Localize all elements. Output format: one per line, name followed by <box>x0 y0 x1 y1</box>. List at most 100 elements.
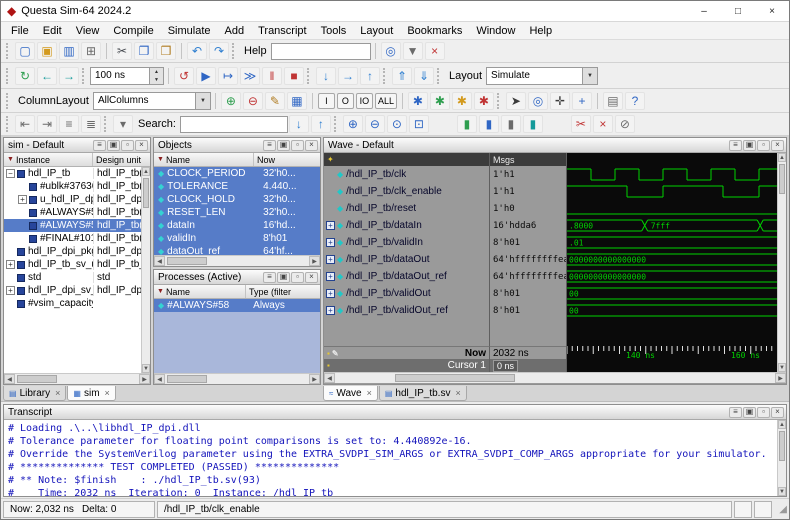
menu-layout[interactable]: Layout <box>353 24 400 38</box>
pan-mode-icon[interactable]: ✛ <box>550 92 570 110</box>
cut-icon[interactable]: ✂ <box>112 42 132 60</box>
wave-signal-row[interactable]: +◆/hdl_IP_tb/dataOut_ref <box>324 268 489 285</box>
panel-undock-icon[interactable]: ▫ <box>757 140 770 151</box>
tab-library[interactable]: ▤Library× <box>3 386 66 401</box>
save-icon[interactable]: ▥ <box>59 42 79 60</box>
filter-io-button[interactable]: IO <box>356 93 373 109</box>
objects-panel-header[interactable]: Objects ≡▣▫× <box>154 138 320 153</box>
wave-signal-row[interactable]: +◆/hdl_IP_tb/validOut <box>324 285 489 302</box>
scroll-thumb[interactable] <box>779 431 785 461</box>
settings-blue-icon[interactable]: ✱ <box>408 92 428 110</box>
cursor-marker-icon[interactable]: ▪ <box>327 361 330 370</box>
step-over-icon[interactable]: → <box>338 67 358 85</box>
wave-marker-green-icon[interactable]: ▮ <box>457 115 477 133</box>
maximize-button[interactable]: □ <box>721 1 755 21</box>
scroll-track[interactable] <box>165 256 309 266</box>
add-wave-icon[interactable]: ⊕ <box>221 92 241 110</box>
delete-wave-icon[interactable]: × <box>593 115 613 133</box>
expand-icon[interactable]: + <box>326 221 335 230</box>
exclude-wave-icon[interactable]: ⊘ <box>615 115 635 133</box>
chevron-down-icon[interactable]: ▼ <box>582 68 597 84</box>
wave-vertical-scrollbar[interactable]: ▲ ▼ <box>777 153 786 372</box>
filter-results-icon[interactable]: ▼ <box>403 42 423 60</box>
sim-vertical-scrollbar[interactable]: ▲ ▼ <box>141 167 150 373</box>
menu-bookmarks[interactable]: Bookmarks <box>400 24 469 38</box>
column-header-type[interactable]: Type (filter <box>246 285 320 298</box>
expand-icon[interactable]: + <box>326 272 335 281</box>
tab-hdl-ip-tb-sv[interactable]: ▤hdl_IP_tb.sv× <box>379 386 467 401</box>
zoom-mode-icon[interactable]: ◎ <box>528 92 548 110</box>
object-row[interactable]: ◆dataIn16'hd... <box>154 219 320 232</box>
scroll-track[interactable] <box>15 374 139 384</box>
time-ruler[interactable]: 140 ns160 ns <box>567 346 777 359</box>
scroll-track[interactable] <box>778 162 786 363</box>
crosshair-icon[interactable]: + <box>572 92 592 110</box>
tree-row[interactable]: +hdl_IP_tb_sv_unithdl_IP_tb_s <box>4 258 150 271</box>
cut-wave-icon[interactable]: ✂ <box>571 115 591 133</box>
scroll-right-icon[interactable]: ▶ <box>309 256 320 266</box>
scroll-thumb[interactable] <box>167 257 207 265</box>
expand-right-icon[interactable]: ⇥ <box>37 115 57 133</box>
waveform-area[interactable]: .80007fff.010000000000000000000000000000… <box>566 166 777 319</box>
spin-down-icon[interactable]: ▼ <box>150 76 163 84</box>
panel-undock-icon[interactable]: ▫ <box>121 140 134 151</box>
step-into-icon[interactable]: ↓ <box>316 67 336 85</box>
tab-close-icon[interactable]: × <box>455 388 460 398</box>
title-bar[interactable]: ◆ Questa Sim-64 2024.2 – □ × <box>1 1 789 22</box>
panel-dock-icon[interactable]: ▣ <box>277 140 290 151</box>
expand-icon[interactable]: + <box>6 260 15 269</box>
column-header-instance[interactable]: ▼ Instance <box>4 153 93 166</box>
object-row[interactable]: ◆RESET_LEN32'h0... <box>154 206 320 219</box>
scroll-left-icon[interactable]: ◀ <box>4 374 15 384</box>
wave-marker-blue-icon[interactable]: ▮ <box>479 115 499 133</box>
scroll-track[interactable] <box>165 374 309 384</box>
up-scope-icon[interactable]: ⇑ <box>392 67 412 85</box>
stop-icon[interactable]: ■ <box>284 67 304 85</box>
object-row[interactable]: ◆TOLERANCE4.440... <box>154 180 320 193</box>
process-row[interactable]: ◆#ALWAYS#58Always <box>154 299 320 312</box>
scroll-left-icon[interactable]: ◀ <box>154 374 165 384</box>
menu-help[interactable]: Help <box>522 24 559 38</box>
menu-compile[interactable]: Compile <box>106 24 160 38</box>
wave-signal-row[interactable]: +◆/hdl_IP_tb/validOut_ref <box>324 302 489 319</box>
remove-wave-icon[interactable]: ⊖ <box>243 92 263 110</box>
scroll-right-icon[interactable]: ▶ <box>139 374 150 384</box>
time-ruler-area[interactable]: 140 ns160 ns <box>566 346 777 359</box>
settings-red-icon[interactable]: ✱ <box>474 92 494 110</box>
search-input[interactable] <box>180 116 288 133</box>
expand-icon[interactable]: + <box>18 195 27 204</box>
filter-in-button[interactable]: I <box>318 93 335 109</box>
scroll-right-icon[interactable]: ▶ <box>775 373 786 383</box>
panel-menu-icon[interactable]: ≡ <box>729 140 742 151</box>
tab-close-icon[interactable]: × <box>367 388 372 398</box>
object-row[interactable]: ◆CLOCK_HOLD32'h0... <box>154 193 320 206</box>
sim-panel-header[interactable]: sim - Default ≡▣▫× <box>4 138 150 153</box>
down-scope-icon[interactable]: ⇓ <box>414 67 434 85</box>
panel-close-icon[interactable]: × <box>135 140 148 151</box>
step-out-icon[interactable]: ↑ <box>360 67 380 85</box>
grid-icon[interactable]: ▦ <box>287 92 307 110</box>
scroll-thumb[interactable] <box>779 164 785 194</box>
print-icon[interactable]: ⊞ <box>81 42 101 60</box>
panel-close-icon[interactable]: × <box>305 140 318 151</box>
tree-row[interactable]: stdstd <box>4 271 150 284</box>
run-length-spinner[interactable]: 100 ns▲▼ <box>90 67 164 85</box>
env-forward-icon[interactable]: → <box>59 67 79 85</box>
wave-panel-header[interactable]: Wave - Default ≡▣▫× <box>324 138 786 153</box>
filter-out-button[interactable]: O <box>337 93 354 109</box>
scroll-down-icon[interactable]: ▼ <box>778 487 786 496</box>
paste-icon[interactable]: ❒ <box>156 42 176 60</box>
expand-icon[interactable]: + <box>326 238 335 247</box>
panel-undock-icon[interactable]: ▫ <box>291 272 304 283</box>
column-header-now[interactable]: Now <box>254 153 320 166</box>
processes-panel-header[interactable]: Processes (Active) ≡▣▫× <box>154 270 320 285</box>
settings-green-icon[interactable]: ✱ <box>430 92 450 110</box>
settings-orange-icon[interactable]: ✱ <box>452 92 472 110</box>
zoom-in-icon[interactable]: ⊕ <box>343 115 363 133</box>
menu-tools[interactable]: Tools <box>314 24 354 38</box>
collapse-icon[interactable]: − <box>6 169 15 178</box>
wave-signal-row[interactable]: +◆/hdl_IP_tb/dataIn <box>324 217 489 234</box>
columnlayout-combo[interactable]: AllColumns▼ <box>93 92 211 110</box>
copy-icon[interactable]: ❐ <box>134 42 154 60</box>
tab-close-icon[interactable]: × <box>55 388 60 398</box>
